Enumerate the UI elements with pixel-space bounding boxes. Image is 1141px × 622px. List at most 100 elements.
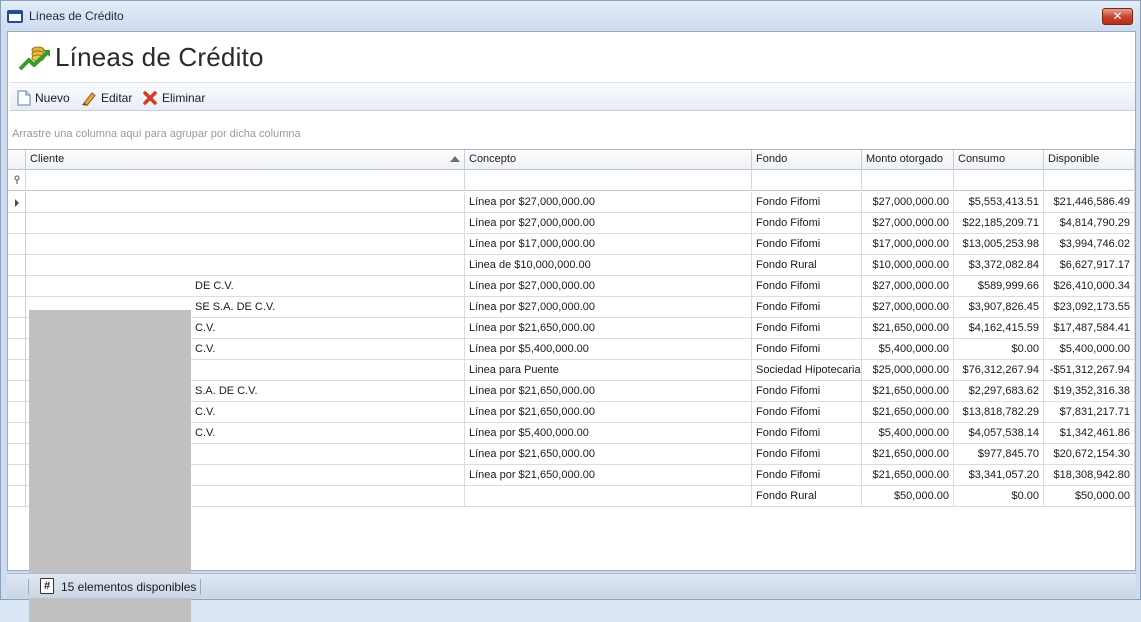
column-header-cliente[interactable]: Cliente [26,150,465,170]
column-header-disponible[interactable]: Disponible [1044,150,1135,170]
title-bar[interactable]: Líneas de Crédito ✕ [1,1,1140,31]
cell-concepto[interactable]: Línea por $27,000,000.00 [465,276,752,297]
cell-monto[interactable]: $25,000,000.00 [862,360,954,381]
cell-concepto[interactable]: Linea de $10,000,000.00 [465,255,752,276]
cell-fondo[interactable]: Fondo Fifomi [752,381,862,402]
cell-disponible[interactable]: -$51,312,267.94 [1044,360,1135,381]
cell-cliente[interactable]: DE C.V. [26,276,465,297]
cell-concepto[interactable]: Línea por $21,650,000.00 [465,381,752,402]
cell-concepto[interactable]: Línea por $5,400,000.00 [465,339,752,360]
cell-concepto[interactable]: Línea por $5,400,000.00 [465,423,752,444]
filter-disponible[interactable] [1044,170,1135,191]
cell-disponible[interactable]: $20,672,154.30 [1044,444,1135,465]
cell-disponible[interactable]: $7,831,217.71 [1044,402,1135,423]
cell-monto[interactable]: $17,000,000.00 [862,234,954,255]
cell-disponible[interactable]: $26,410,000.34 [1044,276,1135,297]
cell-disponible[interactable]: $5,400,000.00 [1044,339,1135,360]
cell-concepto[interactable]: Línea por $27,000,000.00 [465,192,752,213]
cell-disponible[interactable]: $21,446,586.49 [1044,192,1135,213]
cell-consumo[interactable]: $5,553,413.51 [954,192,1044,213]
cell-concepto[interactable]: Línea por $21,650,000.00 [465,402,752,423]
cell-disponible[interactable]: $50,000.00 [1044,486,1135,507]
cell-consumo[interactable]: $4,162,415.59 [954,318,1044,339]
cell-cliente[interactable] [26,192,465,213]
column-header-monto[interactable]: Monto otorgado [862,150,954,170]
cell-fondo[interactable]: Fondo Fifomi [752,297,862,318]
column-header-concepto[interactable]: Concepto [465,150,752,170]
cell-monto[interactable]: $21,650,000.00 [862,318,954,339]
cell-consumo[interactable]: $22,185,209.71 [954,213,1044,234]
table-row[interactable]: Línea por $17,000,000.00 Fondo Fifomi $17,… [8,234,1135,255]
cell-fondo[interactable]: Fondo Fifomi [752,444,862,465]
cell-fondo[interactable]: Fondo Fifomi [752,213,862,234]
new-button[interactable]: Nuevo [17,89,70,107]
cell-fondo[interactable]: Fondo Fifomi [752,465,862,486]
cell-monto[interactable]: $27,000,000.00 [862,192,954,213]
cell-monto[interactable]: $5,400,000.00 [862,423,954,444]
filter-concepto[interactable] [465,170,752,191]
cell-fondo[interactable]: Fondo Fifomi [752,276,862,297]
cell-monto[interactable]: $10,000,000.00 [862,255,954,276]
cell-consumo[interactable]: $76,312,267.94 [954,360,1044,381]
cell-concepto[interactable]: Línea por $21,650,000.00 [465,465,752,486]
table-row[interactable]: Línea por $27,000,000.00 Fondo Fifomi $27,… [8,192,1135,213]
cell-concepto[interactable]: Línea por $27,000,000.00 [465,297,752,318]
cell-monto[interactable]: $21,650,000.00 [862,444,954,465]
table-row[interactable]: DE C.V. Línea por $27,000,000.00 Fondo Fif… [8,276,1135,297]
cell-concepto[interactable]: Linea para Puente [465,360,752,381]
delete-button[interactable]: Eliminar [142,89,205,107]
cell-consumo[interactable]: $589,999.66 [954,276,1044,297]
cell-disponible[interactable]: $19,352,316.38 [1044,381,1135,402]
cell-consumo[interactable]: $4,057,538.14 [954,423,1044,444]
cell-fondo[interactable]: Fondo Fifomi [752,423,862,444]
cell-disponible[interactable]: $1,342,461.86 [1044,423,1135,444]
filter-consumo[interactable] [954,170,1044,191]
cell-consumo[interactable]: $3,907,826.45 [954,297,1044,318]
cell-fondo[interactable]: Fondo Rural [752,486,862,507]
cell-concepto[interactable] [465,486,752,507]
column-header-consumo[interactable]: Consumo [954,150,1044,170]
cell-fondo[interactable]: Sociedad Hipotecaria [752,360,862,381]
cell-consumo[interactable]: $13,005,253.98 [954,234,1044,255]
cell-monto[interactable]: $5,400,000.00 [862,339,954,360]
cell-monto[interactable]: $50,000.00 [862,486,954,507]
cell-disponible[interactable]: $18,308,942.80 [1044,465,1135,486]
cell-concepto[interactable]: Línea por $17,000,000.00 [465,234,752,255]
cell-fondo[interactable]: Fondo Fifomi [752,339,862,360]
cell-monto[interactable]: $27,000,000.00 [862,297,954,318]
cell-monto[interactable]: $27,000,000.00 [862,213,954,234]
cell-consumo[interactable]: $3,372,082.84 [954,255,1044,276]
cell-consumo[interactable]: $0.00 [954,486,1044,507]
cell-concepto[interactable]: Línea por $27,000,000.00 [465,213,752,234]
cell-fondo[interactable]: Fondo Rural [752,255,862,276]
cell-monto[interactable]: $21,650,000.00 [862,402,954,423]
cell-disponible[interactable]: $6,627,917.17 [1044,255,1135,276]
cell-consumo[interactable]: $977,845.70 [954,444,1044,465]
cell-disponible[interactable]: $23,092,173.55 [1044,297,1135,318]
cell-monto[interactable]: $27,000,000.00 [862,276,954,297]
cell-disponible[interactable]: $3,994,746.02 [1044,234,1135,255]
cell-monto[interactable]: $21,650,000.00 [862,381,954,402]
cell-fondo[interactable]: Fondo Fifomi [752,192,862,213]
cell-consumo[interactable]: $0.00 [954,339,1044,360]
cell-concepto[interactable]: Línea por $21,650,000.00 [465,318,752,339]
filter-fondo[interactable] [752,170,862,191]
cell-disponible[interactable]: $4,814,790.29 [1044,213,1135,234]
cell-cliente[interactable] [26,234,465,255]
cell-fondo[interactable]: Fondo Fifomi [752,234,862,255]
cell-cliente[interactable] [26,255,465,276]
cell-concepto[interactable]: Línea por $21,650,000.00 [465,444,752,465]
filter-cliente[interactable] [26,170,465,191]
edit-button[interactable]: Editar [81,89,132,107]
cell-monto[interactable]: $21,650,000.00 [862,465,954,486]
cell-cliente[interactable] [26,213,465,234]
cell-consumo[interactable]: $2,297,683.62 [954,381,1044,402]
cell-fondo[interactable]: Fondo Fifomi [752,402,862,423]
cell-fondo[interactable]: Fondo Fifomi [752,318,862,339]
cell-disponible[interactable]: $17,487,584.41 [1044,318,1135,339]
close-button[interactable]: ✕ [1102,8,1133,25]
cell-consumo[interactable]: $3,341,057.20 [954,465,1044,486]
group-by-panel[interactable]: Arrastre una columna aquí para agrupar p… [8,116,1135,149]
table-row[interactable]: Linea de $10,000,000.00 Fondo Rural $10,00… [8,255,1135,276]
table-row[interactable]: Línea por $27,000,000.00 Fondo Fifomi $27,… [8,213,1135,234]
